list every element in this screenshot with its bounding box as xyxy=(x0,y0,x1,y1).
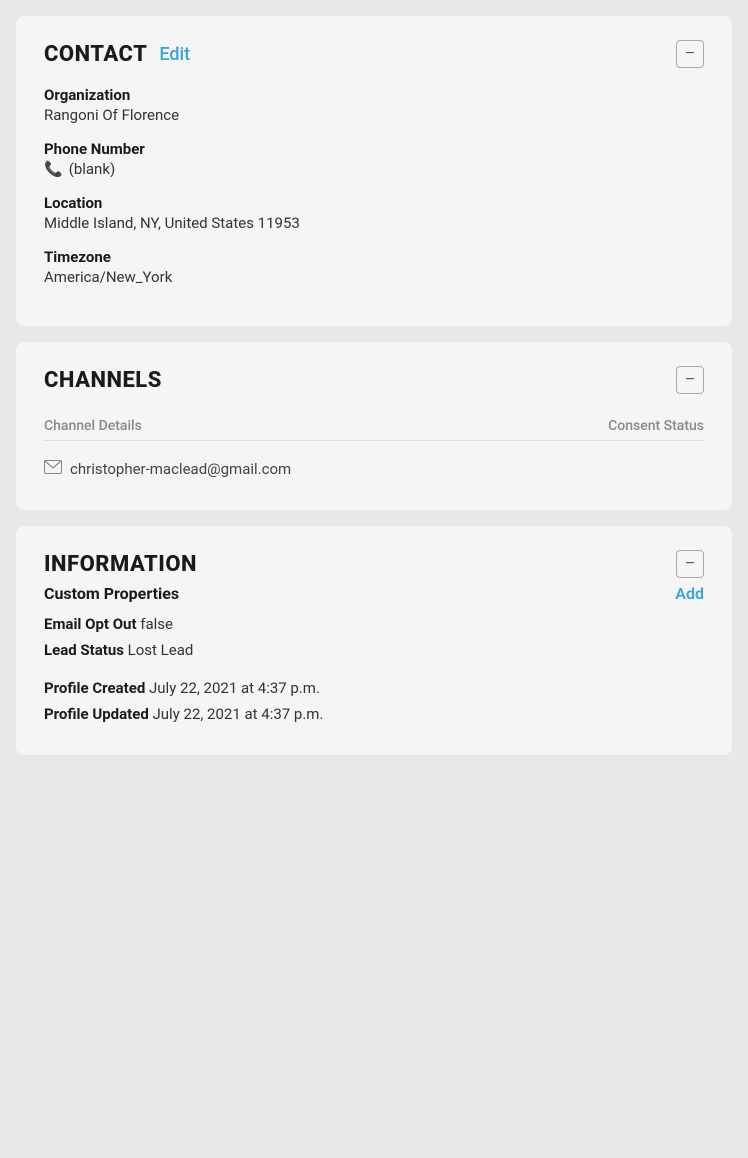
channels-card: CHANNELS − Channel Details Consent Statu… xyxy=(16,342,732,510)
phone-value: 📞 (blank) xyxy=(44,160,704,178)
timezone-label: Timezone xyxy=(44,248,704,266)
phone-field: Phone Number 📞 (blank) xyxy=(44,140,704,178)
contact-collapse-button[interactable]: − xyxy=(676,40,704,68)
location-value: Middle Island, NY, United States 11953 xyxy=(44,214,704,232)
add-custom-property-link[interactable]: Add xyxy=(675,584,704,603)
phone-label: Phone Number xyxy=(44,140,704,158)
contact-header: CONTACT Edit − xyxy=(44,40,704,68)
minus-icon: − xyxy=(685,371,694,389)
minus-icon: − xyxy=(685,555,694,573)
contact-edit-link[interactable]: Edit xyxy=(159,44,190,65)
location-field: Location Middle Island, NY, United State… xyxy=(44,194,704,232)
location-label: Location xyxy=(44,194,704,212)
profile-updated-field: Profile Updated July 22, 2021 at 4:37 p.… xyxy=(44,705,704,723)
info-divider xyxy=(44,667,704,679)
profile-updated-label: Profile Updated xyxy=(44,705,149,723)
phone-icon: 📞 xyxy=(44,160,63,178)
profile-created-value: July 22, 2021 at 4:37 p.m. xyxy=(149,679,320,697)
timezone-value: America/New_York xyxy=(44,268,704,286)
information-card: INFORMATION − Custom Properties Add Emai… xyxy=(16,526,732,755)
channels-header: CHANNELS − xyxy=(44,366,704,394)
email-opt-out-value: false xyxy=(140,615,173,633)
organization-label: Organization xyxy=(44,86,704,104)
email-icon xyxy=(44,459,62,478)
channels-collapse-button[interactable]: − xyxy=(676,366,704,394)
consent-status-col: Consent Status xyxy=(608,418,704,434)
lead-status-label: Lead Status xyxy=(44,641,124,659)
timezone-field: Timezone America/New_York xyxy=(44,248,704,286)
channel-email-row: christopher-maclead@gmail.com xyxy=(44,451,704,486)
minus-icon: − xyxy=(685,45,694,63)
channels-header-left: CHANNELS xyxy=(44,368,162,393)
channel-details-col: Channel Details xyxy=(44,418,142,434)
custom-properties-label: Custom Properties xyxy=(44,584,179,603)
profile-created-field: Profile Created July 22, 2021 at 4:37 p.… xyxy=(44,679,704,697)
channels-title: CHANNELS xyxy=(44,368,162,393)
email-opt-out-field: Email Opt Out false xyxy=(44,615,704,633)
lead-status-field: Lead Status Lost Lead xyxy=(44,641,704,659)
contact-title: CONTACT xyxy=(44,42,147,67)
contact-card: CONTACT Edit − Organization Rangoni Of F… xyxy=(16,16,732,326)
organization-value: Rangoni Of Florence xyxy=(44,106,704,124)
channel-email-value: christopher-maclead@gmail.com xyxy=(70,460,291,478)
information-header: INFORMATION − xyxy=(44,550,704,578)
lead-status-value: Lost Lead xyxy=(128,641,194,659)
email-opt-out-label: Email Opt Out xyxy=(44,615,137,633)
information-collapse-button[interactable]: − xyxy=(676,550,704,578)
channels-table-header: Channel Details Consent Status xyxy=(44,412,704,441)
custom-properties-row: Custom Properties Add xyxy=(44,584,704,603)
profile-created-label: Profile Created xyxy=(44,679,145,697)
organization-field: Organization Rangoni Of Florence xyxy=(44,86,704,124)
contact-header-left: CONTACT Edit xyxy=(44,42,190,67)
profile-updated-value: July 22, 2021 at 4:37 p.m. xyxy=(153,705,324,723)
phone-value-text: (blank) xyxy=(69,160,115,178)
information-title: INFORMATION xyxy=(44,552,197,577)
